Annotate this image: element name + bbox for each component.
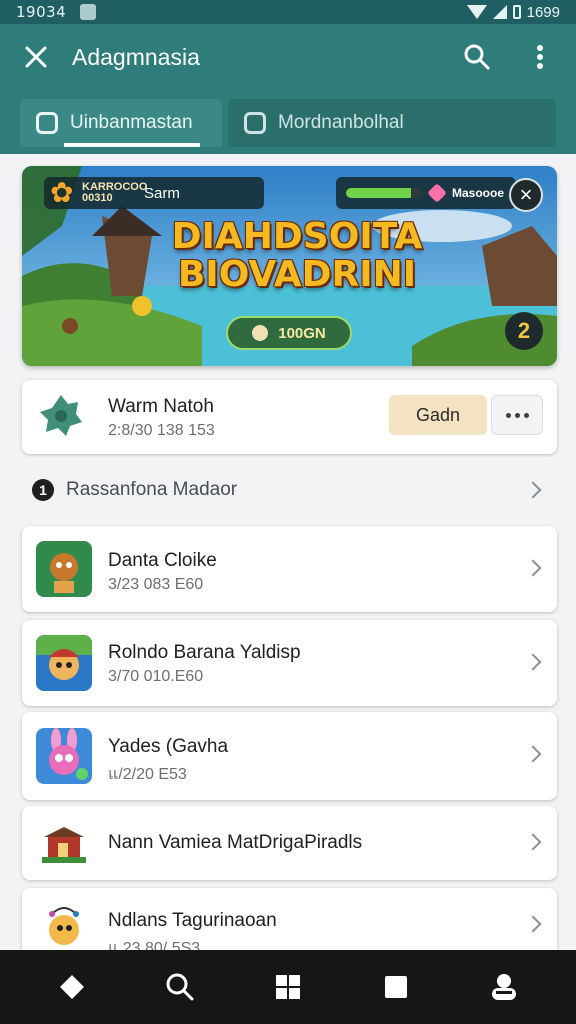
energy-bar xyxy=(346,188,422,198)
search-button[interactable] xyxy=(450,24,504,90)
banner-counter: 2 xyxy=(505,312,543,350)
coin-icon xyxy=(252,325,269,341)
home-icon xyxy=(60,975,84,999)
tab-secondary[interactable]: Mordnanbolhal xyxy=(228,99,556,147)
bunny-game-icon xyxy=(36,728,92,784)
status-time: 19034 xyxy=(16,3,67,21)
game-list-item[interactable]: Ndlans Tagurinaoan แ 23 80/ 5S3 xyxy=(22,888,557,958)
nav-apps[interactable] xyxy=(258,957,318,1017)
battery-icon xyxy=(512,5,521,19)
banner-title-line1: DIAHDSOITA xyxy=(171,216,423,257)
battery-text: 1699 xyxy=(526,3,560,21)
gem-icon xyxy=(427,183,447,203)
bee-game-icon xyxy=(36,900,92,956)
game-subtitle: 3/70 010.E60 xyxy=(108,668,204,685)
chevron-right-icon xyxy=(524,653,542,671)
house-game-icon xyxy=(36,815,92,871)
monkey-game-icon xyxy=(36,541,92,597)
apps-icon xyxy=(276,975,300,999)
game-list-item[interactable]: Nann Vamiea MatDrigaPiradls xyxy=(22,806,557,880)
dot xyxy=(523,412,529,418)
nav-square[interactable] xyxy=(366,957,426,1017)
search-icon xyxy=(166,973,194,1001)
game-title: Rolndo Barana Yaldisp xyxy=(108,642,301,663)
game-title: Yades (Gavha xyxy=(108,736,229,757)
nav-profile[interactable] xyxy=(474,957,534,1017)
banner-play-button[interactable]: 100GN xyxy=(226,316,352,350)
game-subtitle: 3/23 083 E60 xyxy=(108,576,204,593)
game-title: Nann Vamiea MatDrigaPiradls xyxy=(108,832,363,853)
dot xyxy=(505,412,511,418)
info-icon: 1 xyxy=(32,479,54,501)
chevron-right-icon xyxy=(524,915,542,933)
profile-icon xyxy=(492,974,516,1000)
app-bar: Adagmnasia xyxy=(0,24,576,90)
featured-subtitle: 2:8/30 138 153 xyxy=(108,422,215,439)
player-badge: ✿ KARROCOO 00310 Sarm xyxy=(44,177,264,209)
game-list-item[interactable]: Yades (Gavha แ/2/20 E53 xyxy=(22,712,557,800)
more-options-button[interactable] xyxy=(504,24,576,90)
featured-title: Warm Natoh xyxy=(108,396,214,417)
game-title: Ndlans Tagurinaoan xyxy=(108,910,277,931)
section-title: Rassanfona Madaor xyxy=(66,479,238,500)
get-button[interactable]: Gadn xyxy=(389,395,487,435)
game-list-item[interactable]: Danta Cloike 3/23 083 E60 xyxy=(22,526,557,612)
close-icon xyxy=(25,46,47,68)
bottom-navigation xyxy=(0,950,576,1024)
status-icons: 1699 xyxy=(466,3,560,21)
wifi-icon xyxy=(466,5,487,19)
featured-game-card[interactable]: Warm Natoh 2:8/30 138 153 Gadn xyxy=(22,380,557,454)
tab-bar: Uinbanmastan Mordnanbolhal xyxy=(0,90,576,154)
chevron-right-icon xyxy=(524,559,542,577)
game-title: Danta Cloike xyxy=(108,550,217,571)
energy-bar-fill xyxy=(346,188,411,198)
chevron-right-icon xyxy=(524,745,542,763)
banner-title: DIAHDSOITA BIOVADRINI xyxy=(167,218,427,294)
player-name: Sarm xyxy=(144,184,180,202)
nav-home[interactable] xyxy=(42,957,102,1017)
hero-game-icon xyxy=(36,635,92,691)
chevron-right-icon xyxy=(524,833,542,851)
tab-label: Mordnanbolhal xyxy=(278,112,404,133)
controller-icon xyxy=(36,112,58,134)
more-button[interactable] xyxy=(491,395,543,435)
close-button[interactable] xyxy=(0,24,72,90)
signal-icon xyxy=(492,5,507,19)
player-level: KARROCOO 00310 xyxy=(82,181,148,204)
puzzle-leaf-icon xyxy=(40,395,82,436)
nav-search[interactable] xyxy=(150,957,210,1017)
notification-icon xyxy=(80,4,97,20)
status-bar: 19034 1699 xyxy=(0,0,576,24)
search-icon xyxy=(464,44,490,70)
dot xyxy=(514,412,520,418)
energy-meter: Masoooe xyxy=(336,177,516,209)
flower-icon: ✿ xyxy=(50,177,74,208)
banner-title-line2: BIOVADRINI xyxy=(177,254,417,295)
game-subtitle: แ/2/20 E53 xyxy=(108,766,187,783)
game-list-item[interactable]: Rolndo Barana Yaldisp 3/70 010.E60 xyxy=(22,620,557,706)
square-icon xyxy=(385,976,407,998)
list-icon xyxy=(244,112,266,134)
more-vert-icon xyxy=(537,45,543,69)
app-title: Adagmnasia xyxy=(72,43,200,70)
energy-value: Masoooe xyxy=(452,186,505,200)
tab-primary[interactable]: Uinbanmastan xyxy=(20,99,222,147)
game-banner[interactable]: ✿ KARROCOO 00310 Sarm Masoooe × DIAHDSOI… xyxy=(22,166,557,366)
chevron-right-icon xyxy=(524,481,542,499)
banner-close-button[interactable]: × xyxy=(509,178,543,212)
play-label: 100GN xyxy=(278,324,326,342)
section-header[interactable]: 1 Rassanfona Madaor xyxy=(22,468,557,512)
tab-label: Uinbanmastan xyxy=(70,112,193,133)
